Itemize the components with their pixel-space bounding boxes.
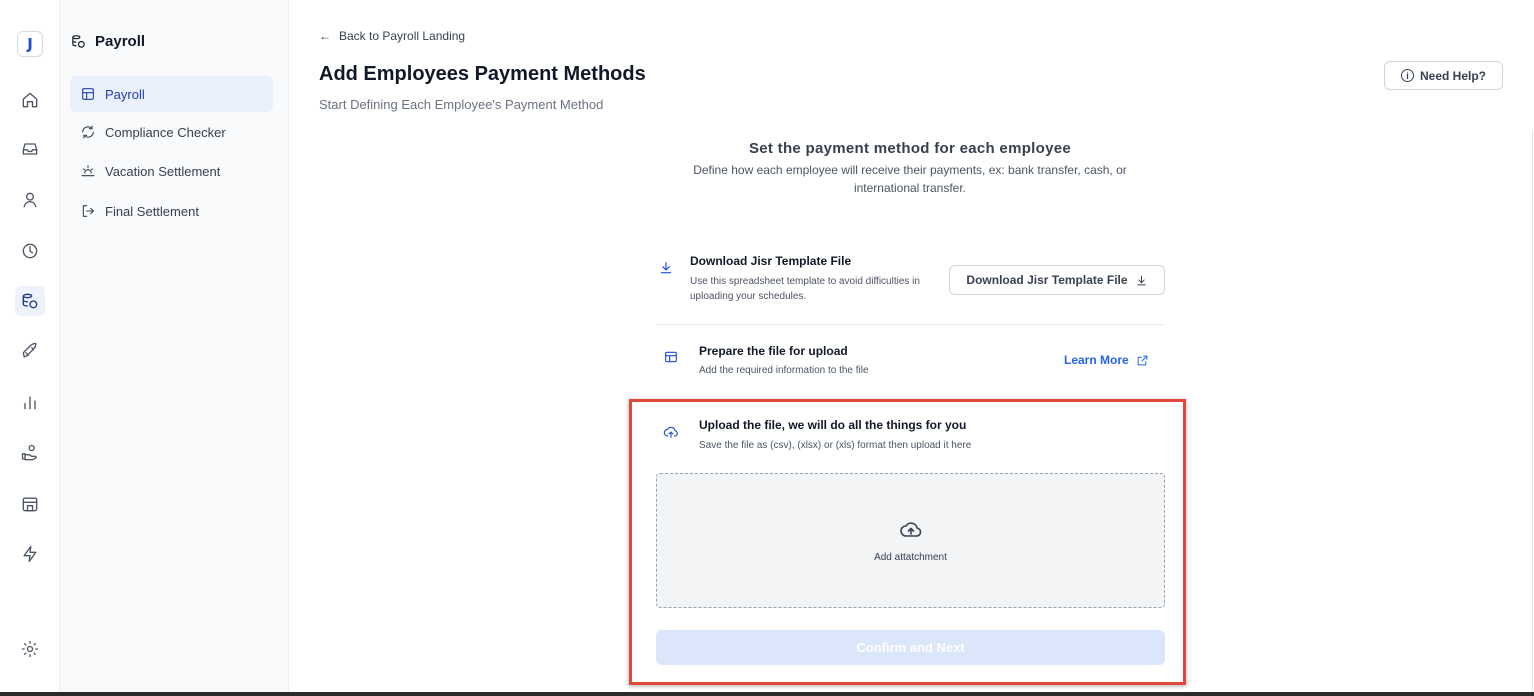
clock-icon[interactable] [15, 236, 45, 266]
sidebar-title: Payroll [95, 32, 146, 50]
download-step-title: Download Jisr Template File [690, 254, 852, 268]
external-link-icon [1137, 355, 1148, 365]
sidebar-item-payroll[interactable]: Payroll [70, 76, 273, 112]
user-icon[interactable] [15, 185, 45, 215]
gear-icon[interactable] [15, 634, 45, 664]
dropzone-label: Add attatchment [874, 552, 947, 563]
app-logo[interactable]: J [17, 31, 43, 57]
download-template-button[interactable]: Download Jisr Template File [949, 265, 1165, 295]
need-help-button[interactable]: i Need Help? [1384, 61, 1503, 90]
learn-more-link[interactable]: Learn More [1064, 353, 1149, 367]
need-help-label: Need Help? [1419, 68, 1486, 83]
sidebar-item-compliance-checker[interactable]: Compliance Checker [70, 114, 273, 150]
download-template-label: Download Jisr Template File [966, 273, 1128, 287]
table-icon [663, 349, 681, 367]
chart-icon[interactable] [15, 387, 45, 417]
back-link[interactable]: ← Back to Payroll Landing [319, 29, 465, 43]
page-subtitle: Start Defining Each Employee's Payment M… [319, 97, 604, 112]
logout-icon [82, 205, 94, 217]
hand-coins-icon[interactable] [15, 438, 45, 468]
home-icon[interactable] [15, 85, 45, 115]
refresh-icon [82, 125, 94, 139]
back-link-label: Back to Payroll Landing [339, 29, 466, 43]
cloud-upload-icon [899, 522, 921, 537]
secondary-sidebar: Payroll Payroll Compliance Checker Vacat… [60, 0, 289, 696]
step-divider [656, 324, 1164, 325]
sidebar-item-final-settlement[interactable]: Final Settlement [70, 193, 273, 229]
sunset-icon [81, 165, 95, 177]
upload-step-title: Upload the file, we will do all the thin… [699, 418, 967, 432]
lightning-icon[interactable] [15, 539, 45, 569]
table-icon [82, 88, 94, 100]
download-icon [658, 260, 676, 278]
icon-rail: J [0, 0, 60, 696]
file-dropzone[interactable]: Add attatchment [656, 473, 1165, 608]
confirm-next-button[interactable]: Confirm and Next [656, 630, 1165, 665]
calendar-icon[interactable] [15, 489, 45, 519]
sidebar-header: Payroll [70, 31, 145, 51]
sidebar-item-label: Final Settlement [105, 203, 199, 219]
sidebar-item-label: Payroll [105, 86, 145, 102]
download-step-description: Use this spreadsheet template to avoid d… [690, 276, 920, 302]
payroll-icon[interactable] [15, 286, 45, 316]
window-bottom-edge [0, 692, 1534, 696]
page-title: Add Employees Payment Methods [319, 63, 646, 85]
prepare-step-title: Prepare the file for upload [699, 344, 848, 358]
sidebar-item-vacation-settlement[interactable]: Vacation Settlement [70, 153, 273, 189]
upload-step-description: Save the file as (csv), (xlsx) or (xls) … [699, 440, 972, 451]
cloud-upload-icon [663, 424, 681, 442]
sidebar-item-label: Vacation Settlement [105, 163, 221, 179]
download-icon [1136, 275, 1146, 285]
payroll-icon [72, 34, 85, 48]
section-title: Set the payment method for each employee [748, 140, 1072, 157]
learn-more-label: Learn More [1064, 353, 1129, 367]
info-icon: i [1400, 69, 1414, 82]
sidebar-item-label: Compliance Checker [105, 124, 226, 140]
inbox-icon[interactable] [15, 134, 45, 164]
scroll-divider [1532, 130, 1533, 696]
section-description: Define how each employee will receive th… [693, 163, 1127, 195]
arrow-left-icon: ← [319, 29, 331, 43]
prepare-step-description: Add the required information to the file [699, 365, 869, 376]
rocket-icon[interactable] [15, 336, 45, 366]
